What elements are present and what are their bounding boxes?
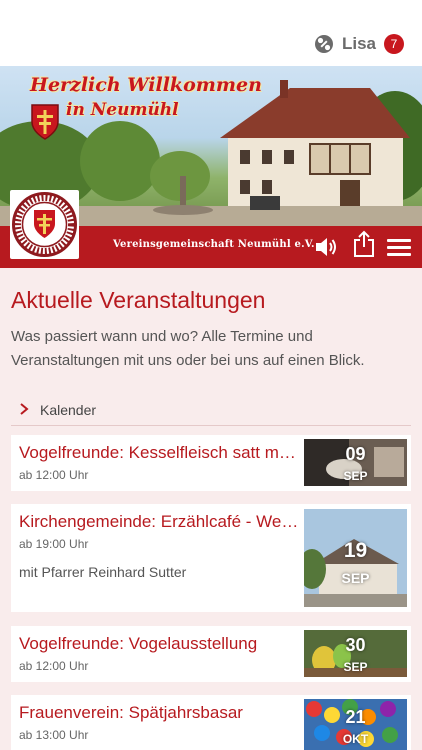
event-title: Vogelfreunde: Kesselfleisch satt mit Sau…	[19, 443, 299, 462]
event-title: Kirchengemeinde: Erzählcafé - Weinlese	[19, 512, 299, 531]
event-thumbnail: 21 OKT	[304, 699, 407, 750]
event-time: ab 12:00 Uhr	[19, 468, 89, 482]
notification-badge: 7	[384, 34, 404, 54]
event-time: ab 19:00 Uhr	[19, 537, 89, 551]
event-title: Frauenverein: Spätjahrsbasar	[19, 703, 243, 722]
user-name: Lisa	[341, 34, 376, 53]
event-day: 19	[343, 539, 368, 562]
speaker-icon[interactable]	[313, 234, 339, 260]
event-card[interactable]: Frauenverein: Spätjahrsbasar ab 13:00 Uh…	[11, 695, 411, 750]
event-note: mit Pfarrer Reinhard Sutter	[19, 564, 187, 580]
club-name: Vereinsgemeinschaft Neumühl e.V.	[113, 239, 315, 250]
page-title: Aktuelle Veranstaltungen	[11, 287, 266, 313]
event-thumbnail: 09 SEP	[304, 439, 407, 486]
calendar-label: Kalender	[40, 402, 97, 418]
coat-of-arms-icon	[31, 104, 59, 140]
welcome-heading: Herzlich Willkommen	[30, 74, 262, 96]
event-card[interactable]: Vogelfreunde: Vogelausstellung ab 12:00 …	[11, 626, 411, 682]
event-time: ab 13:00 Uhr	[19, 728, 89, 742]
event-month: SEP	[343, 469, 368, 483]
event-month: SEP	[341, 570, 370, 586]
event-card[interactable]: Kirchengemeinde: Erzählcafé - Weinlese a…	[11, 504, 411, 612]
welcome-subheading: in Neumühl	[66, 100, 179, 120]
user-menu[interactable]: Lisa 7	[314, 33, 404, 55]
calendar-link[interactable]: Kalender	[11, 396, 411, 426]
event-day: 30	[345, 635, 366, 655]
event-month: SEP	[343, 660, 368, 674]
share-icon[interactable]	[351, 230, 377, 257]
event-thumbnail: 19 SEP	[304, 509, 407, 607]
event-day: 09	[345, 444, 366, 464]
chevron-right-icon	[19, 402, 29, 420]
event-month: OKT	[342, 732, 369, 746]
event-title: Vogelfreunde: Vogelausstellung	[19, 634, 258, 653]
event-day: 21	[345, 707, 366, 727]
club-logo[interactable]	[10, 190, 79, 259]
event-card[interactable]: Vogelfreunde: Kesselfleisch satt mit Sau…	[11, 435, 411, 491]
hamburger-menu-icon[interactable]	[386, 234, 412, 260]
settings-dots-icon	[314, 34, 334, 54]
page-description: Was passiert wann und wo? Alle Termine u…	[11, 328, 365, 369]
event-time: ab 12:00 Uhr	[19, 659, 89, 673]
event-thumbnail: 30 SEP	[304, 630, 407, 677]
top-bar: Lisa 7	[0, 0, 422, 66]
